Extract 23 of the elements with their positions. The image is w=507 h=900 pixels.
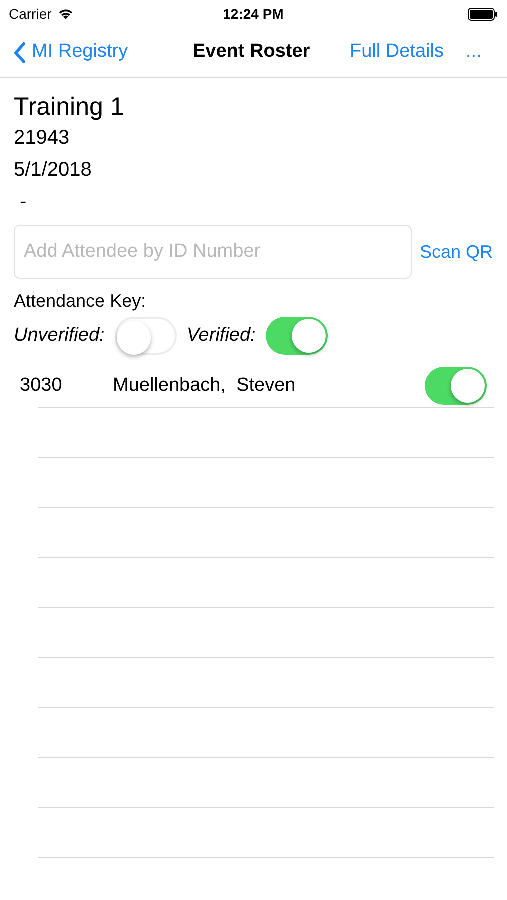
- chevron-left-icon: [14, 42, 26, 64]
- battery-icon: [468, 8, 498, 20]
- wifi-icon: [58, 8, 74, 20]
- event-date: 5/1/2018: [14, 158, 93, 183]
- attendee-name: Muellenbach, Steven: [113, 374, 297, 398]
- attendee-id-field[interactable]: Add Attendee by ID Number: [14, 225, 412, 279]
- attendance-key-label: Attendance Key:: [14, 290, 148, 313]
- more-button[interactable]: ...: [466, 38, 482, 67]
- key-label: Unverified:: [14, 324, 105, 348]
- toggle-switch[interactable]: [425, 367, 487, 405]
- back-button[interactable]: MI Registry: [14, 38, 128, 67]
- attendee-id: 3030: [20, 374, 64, 398]
- event-id: 21943: [14, 126, 71, 151]
- toggle-switch[interactable]: [266, 317, 328, 355]
- key-label: Verified:: [186, 324, 256, 348]
- carrier-name: Carrier: [9, 4, 52, 24]
- event-extra: -: [19, 190, 28, 215]
- nav-title: Event Roster: [193, 40, 310, 64]
- full-details-button[interactable]: Full Details: [350, 38, 444, 67]
- scan-qr-button[interactable]: Scan QR: [420, 238, 493, 266]
- toggle-switch[interactable]: [114, 317, 177, 355]
- event-name: Training 1: [14, 92, 126, 122]
- status-time: 12:24 PM: [223, 4, 284, 24]
